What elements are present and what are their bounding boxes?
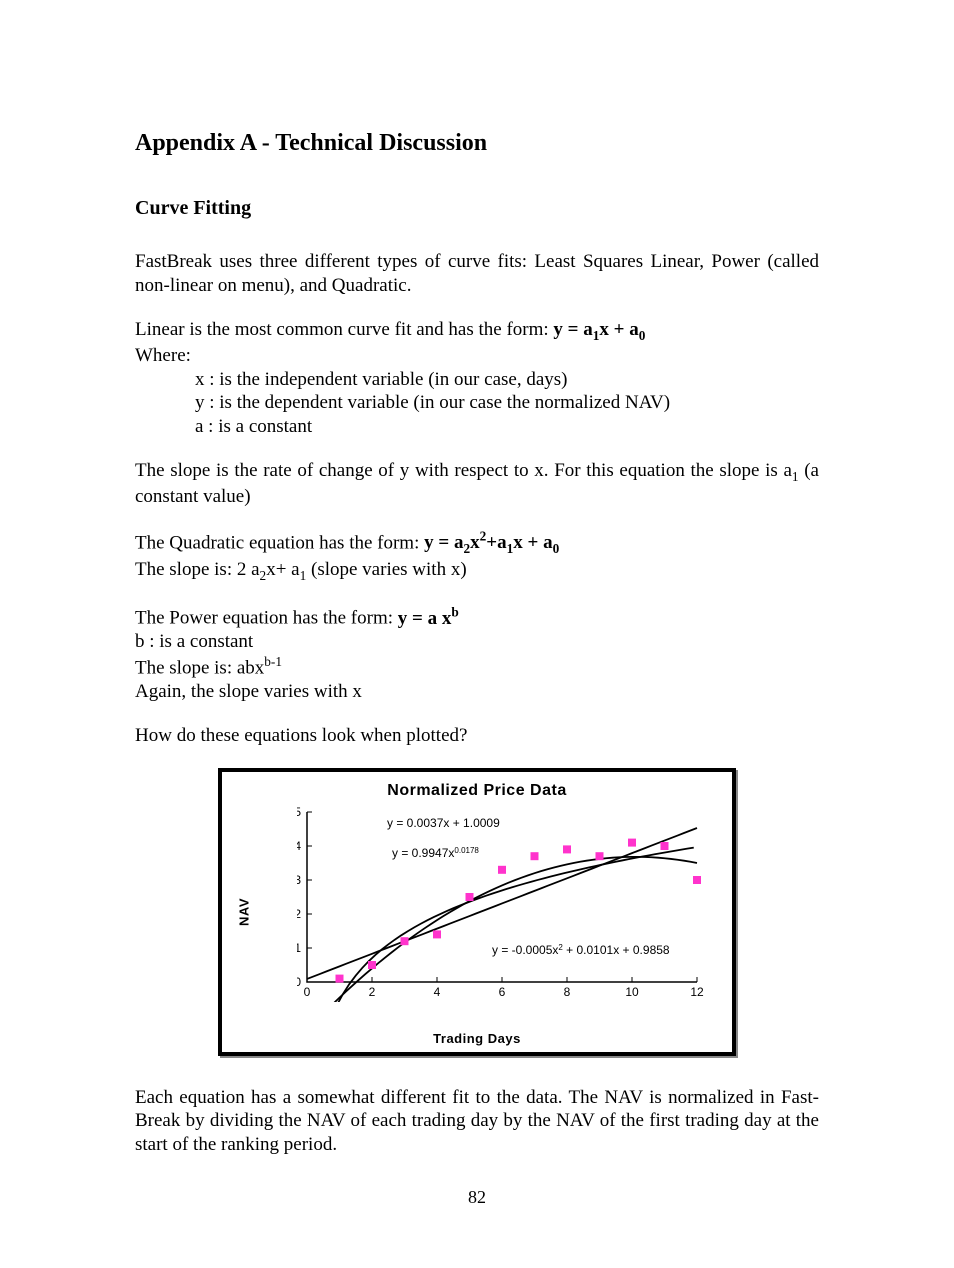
document-page: Appendix A - Technical Discussion Curve … — [0, 0, 954, 1268]
equation: y = a1x + a0 — [553, 319, 645, 340]
svg-text:1.02: 1.02 — [297, 907, 301, 921]
text: The Quadratic equation has the form: — [135, 532, 424, 553]
chart-xlabel: Trading Days — [222, 1031, 732, 1046]
svg-text:y = 0.9947x0.0178: y = 0.9947x0.0178 — [392, 845, 479, 860]
svg-text:8: 8 — [564, 985, 571, 999]
svg-text:2: 2 — [369, 985, 376, 999]
text: (slope varies with x) — [306, 559, 466, 580]
svg-text:10: 10 — [625, 985, 639, 999]
paragraph: The slope is the rate of change of y wit… — [135, 459, 819, 509]
svg-text:y = 0.0037x + 1.0009: y = 0.0037x + 1.0009 — [387, 816, 500, 830]
text: The Power equation has the form: — [135, 608, 398, 629]
equation: y = a xb — [398, 608, 459, 629]
equation: y = a2x2+a1x + a0 — [424, 532, 559, 553]
definition-x: x : is the independent variable (in our … — [195, 369, 568, 390]
section-heading: Curve Fitting — [135, 197, 819, 220]
svg-text:1.05: 1.05 — [297, 805, 301, 819]
text: b : is a constant — [135, 631, 253, 652]
definitions: x : is the independent variable (in our … — [135, 368, 819, 439]
page-number: 82 — [135, 1187, 819, 1208]
paragraph: The Quadratic equation has the form: y =… — [135, 529, 819, 584]
paragraph: Linear is the most common curve fit and … — [135, 318, 819, 368]
text: Linear is the most common curve fit and … — [135, 319, 553, 340]
text: The slope is: 2 a — [135, 559, 260, 580]
text: Again, the slope varies with x — [135, 681, 362, 702]
svg-text:4: 4 — [434, 985, 441, 999]
text: The slope is the rate of change of y wit… — [135, 460, 792, 481]
chart-ylabel: NAV — [236, 898, 251, 926]
svg-text:0: 0 — [304, 985, 311, 999]
svg-text:1.01: 1.01 — [297, 941, 301, 955]
definition-a: a : is a constant — [195, 416, 312, 437]
paragraph: How do these equations look when plotted… — [135, 724, 819, 748]
paragraph: Each equation has a somewhat different f… — [135, 1086, 819, 1157]
text: The slope is: abx — [135, 657, 264, 678]
svg-text:6: 6 — [499, 985, 506, 999]
paragraph: FastBreak uses three different types of … — [135, 250, 819, 298]
svg-text:12: 12 — [690, 985, 704, 999]
page-title: Appendix A - Technical Discussion — [135, 130, 819, 157]
text: x+ a — [266, 559, 299, 580]
svg-text:1.00: 1.00 — [297, 975, 301, 989]
text: Where: — [135, 345, 191, 366]
svg-text:1.03: 1.03 — [297, 873, 301, 887]
chart-container: Normalized Price Data NAV Trading Days 1… — [218, 768, 736, 1056]
chart-plot-area: 1.00 1.01 1.02 1.03 1.04 1.05 0 2 4 6 8 10 12 y = 0.0… — [297, 802, 707, 1002]
chart-title: Normalized Price Data — [222, 782, 732, 800]
definition-y: y : is the dependent variable (in our ca… — [195, 392, 670, 413]
svg-text:y = -0.0005x2 + 0.0101x + 0.98: y = -0.0005x2 + 0.0101x + 0.9858 — [492, 942, 670, 957]
svg-text:1.04: 1.04 — [297, 839, 301, 853]
paragraph: The Power equation has the form: y = a x… — [135, 604, 819, 704]
